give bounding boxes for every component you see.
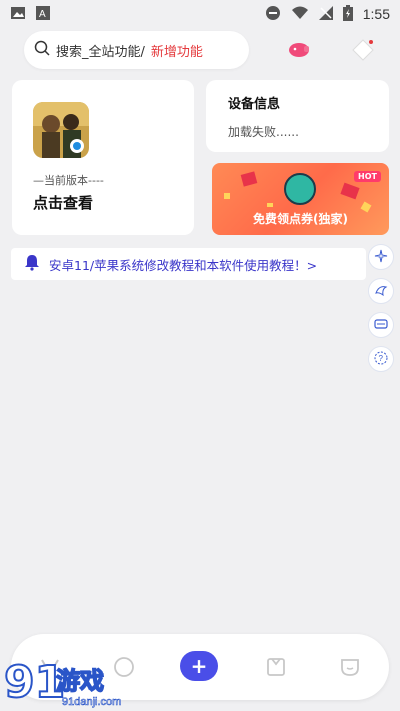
svg-text:?: ? bbox=[379, 354, 384, 363]
nav-bag-icon[interactable] bbox=[263, 654, 289, 680]
piggy-bank-icon[interactable] bbox=[286, 37, 312, 63]
bird-icon bbox=[374, 282, 388, 301]
wifi-icon bbox=[291, 6, 309, 23]
screen-icon bbox=[374, 316, 388, 335]
bird-fab[interactable] bbox=[368, 278, 394, 304]
tutorial-notice-text: 安卓11/苹果系统修改教程和本软件使用教程！> bbox=[49, 257, 318, 273]
battery-icon bbox=[342, 4, 353, 24]
device-info-title: 设备信息 bbox=[228, 97, 281, 112]
nav-profile-icon[interactable] bbox=[337, 654, 363, 680]
device-info-status: 加载失败...... bbox=[228, 125, 299, 139]
search-new-feature: 新增功能 bbox=[150, 44, 203, 60]
question-icon: ? bbox=[374, 350, 388, 369]
device-info-card[interactable]: 设备信息 加载失败...... bbox=[206, 80, 389, 152]
free-coupon-banner[interactable]: HOT 免费领点券(独家) bbox=[212, 163, 389, 235]
coupon-bag-icon bbox=[284, 173, 316, 205]
status-bar: A 1:55 bbox=[0, 0, 400, 28]
search-bar[interactable]: 搜索_全站功能/新增功能 bbox=[24, 31, 249, 69]
font-notification-icon: A bbox=[36, 5, 50, 23]
svg-text:91danji.com: 91danji.com bbox=[62, 696, 121, 708]
clock: 1:55 bbox=[362, 6, 390, 22]
nav-add-button[interactable]: + bbox=[180, 651, 218, 681]
search-placeholder: 搜索_全站功能/ bbox=[56, 44, 145, 60]
tutorial-notice[interactable]: 安卓11/苹果系统修改教程和本软件使用教程！> bbox=[11, 248, 366, 280]
version-label: —当前版本---- bbox=[33, 174, 104, 187]
sparkle-fab[interactable] bbox=[368, 244, 394, 270]
svg-text:A: A bbox=[39, 9, 46, 20]
diamond-message-icon[interactable] bbox=[350, 37, 376, 63]
view-version-link[interactable]: 点击查看 bbox=[33, 192, 93, 213]
dnd-icon bbox=[265, 5, 281, 24]
hot-badge: HOT bbox=[354, 171, 381, 182]
site-watermark-logo: 91 游戏 91danji.com bbox=[3, 655, 144, 711]
search-icon bbox=[34, 40, 50, 60]
screen-fab[interactable] bbox=[368, 312, 394, 338]
free-coupon-text: 免费领点券(独家) bbox=[253, 212, 348, 226]
game-icon bbox=[33, 102, 89, 158]
signal-icon bbox=[318, 5, 333, 23]
bell-icon bbox=[23, 253, 41, 275]
svg-text:游戏: 游戏 bbox=[56, 667, 104, 695]
image-notification-icon bbox=[10, 6, 26, 23]
help-fab[interactable]: ? bbox=[368, 346, 394, 372]
sparkle-icon bbox=[374, 248, 388, 267]
version-card[interactable]: —当前版本---- 点击查看 bbox=[12, 80, 194, 235]
